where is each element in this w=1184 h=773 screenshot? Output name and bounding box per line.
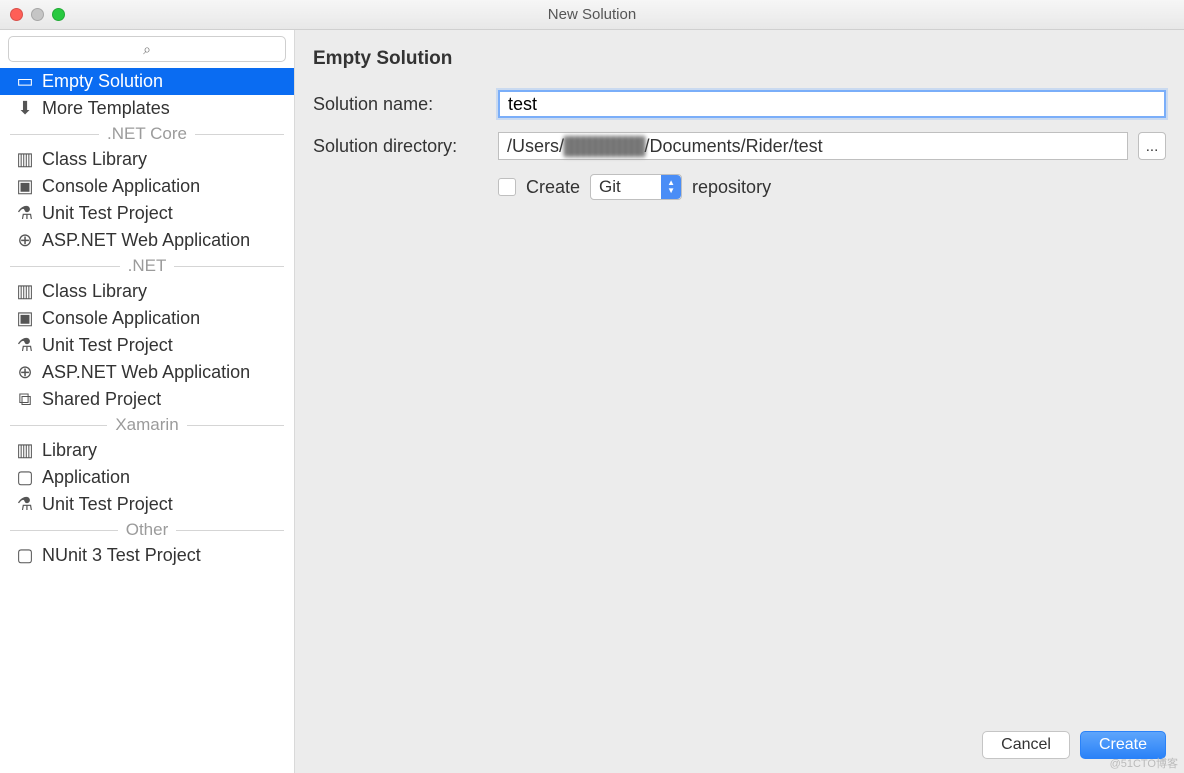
sidebar-item-console-application[interactable]: ▣ Console Application [0, 305, 294, 332]
page-title: Empty Solution [313, 48, 1166, 90]
sidebar-item-label: Console Application [42, 176, 200, 197]
flask-icon: ⚗ [16, 494, 34, 515]
titlebar: New Solution [0, 0, 1184, 30]
solution-name-label: Solution name: [313, 94, 498, 115]
close-window-button[interactable] [10, 8, 23, 21]
solution-icon: ▭ [16, 71, 34, 92]
console-icon: ▣ [16, 308, 34, 329]
sidebar-item-application[interactable]: ▢ Application [0, 464, 294, 491]
chevron-updown-icon: ▲▼ [661, 175, 681, 199]
sidebar-item-label: Class Library [42, 149, 147, 170]
library-icon: ▥ [16, 149, 34, 170]
shared-icon: ⧉ [16, 389, 34, 410]
sidebar-item-unit-test-project[interactable]: ⚗ Unit Test Project [0, 332, 294, 359]
obscured-username: ██████ [564, 136, 645, 157]
solution-name-input[interactable] [498, 90, 1166, 118]
library-icon: ▥ [16, 440, 34, 461]
section-header: .NET [0, 254, 294, 278]
sidebar-item-unit-test-project[interactable]: ⚗ Unit Test Project [0, 491, 294, 518]
sidebar-item-class-library[interactable]: ▥ Class Library [0, 278, 294, 305]
sidebar-item-label: Library [42, 440, 97, 461]
sidebar-item-label: Class Library [42, 281, 147, 302]
sidebar-item-label: Unit Test Project [42, 203, 173, 224]
sidebar-item-nunit-3-test-project[interactable]: ▢ NUnit 3 Test Project [0, 542, 294, 569]
sidebar-item-label: Console Application [42, 308, 200, 329]
sidebar-item-label: NUnit 3 Test Project [42, 545, 201, 566]
create-label: Create [526, 177, 580, 198]
sidebar-item-label: ASP.NET Web Application [42, 230, 250, 251]
sidebar-item-label: Empty Solution [42, 71, 163, 92]
globe-icon: ⊕ [16, 230, 34, 251]
app-icon: ▢ [16, 545, 34, 566]
sidebar-item-label: ASP.NET Web Application [42, 362, 250, 383]
flask-icon: ⚗ [16, 335, 34, 356]
sidebar-item-more-templates[interactable]: ⬇ More Templates [0, 95, 294, 122]
sidebar-item-label: Unit Test Project [42, 494, 173, 515]
browse-directory-button[interactable]: ... [1138, 132, 1166, 160]
sidebar-item-asp-net-web-application[interactable]: ⊕ ASP.NET Web Application [0, 359, 294, 386]
sidebar-item-label: Shared Project [42, 389, 161, 410]
download-icon: ⬇ [16, 98, 34, 119]
search-input[interactable] [8, 36, 286, 62]
section-header: Xamarin [0, 413, 294, 437]
solution-directory-label: Solution directory: [313, 136, 498, 157]
library-icon: ▥ [16, 281, 34, 302]
repository-label: repository [692, 177, 771, 198]
sidebar-item-label: Application [42, 467, 130, 488]
minimize-window-button[interactable] [31, 8, 44, 21]
console-icon: ▣ [16, 176, 34, 197]
template-sidebar: ▭Empty Solution⬇More Templates.NET Core▥… [0, 30, 295, 773]
sidebar-item-class-library[interactable]: ▥ Class Library [0, 146, 294, 173]
traffic-lights [10, 8, 65, 21]
section-header: Other [0, 518, 294, 542]
sidebar-item-library[interactable]: ▥ Library [0, 437, 294, 464]
vcs-select[interactable]: Git ▲▼ [590, 174, 682, 200]
sidebar-item-unit-test-project[interactable]: ⚗ Unit Test Project [0, 200, 294, 227]
window-title: New Solution [548, 6, 636, 23]
sidebar-item-asp-net-web-application[interactable]: ⊕ ASP.NET Web Application [0, 227, 294, 254]
solution-directory-input[interactable]: /Users/ ██████ /Documents/Rider/test [498, 132, 1128, 160]
sidebar-item-shared-project[interactable]: ⧉ Shared Project [0, 386, 294, 413]
sidebar-item-empty-solution[interactable]: ▭ Empty Solution [0, 68, 294, 95]
watermark: @51CTO博客 [1110, 755, 1178, 771]
flask-icon: ⚗ [16, 203, 34, 224]
app-icon: ▢ [16, 467, 34, 488]
sidebar-item-label: Unit Test Project [42, 335, 173, 356]
section-header: .NET Core [0, 122, 294, 146]
sidebar-item-console-application[interactable]: ▣ Console Application [0, 173, 294, 200]
globe-icon: ⊕ [16, 362, 34, 383]
main-panel: Empty Solution Solution name: Solution d… [295, 30, 1184, 773]
cancel-button[interactable]: Cancel [982, 731, 1070, 759]
create-repository-checkbox[interactable] [498, 178, 516, 196]
zoom-window-button[interactable] [52, 8, 65, 21]
sidebar-item-label: More Templates [42, 98, 170, 119]
